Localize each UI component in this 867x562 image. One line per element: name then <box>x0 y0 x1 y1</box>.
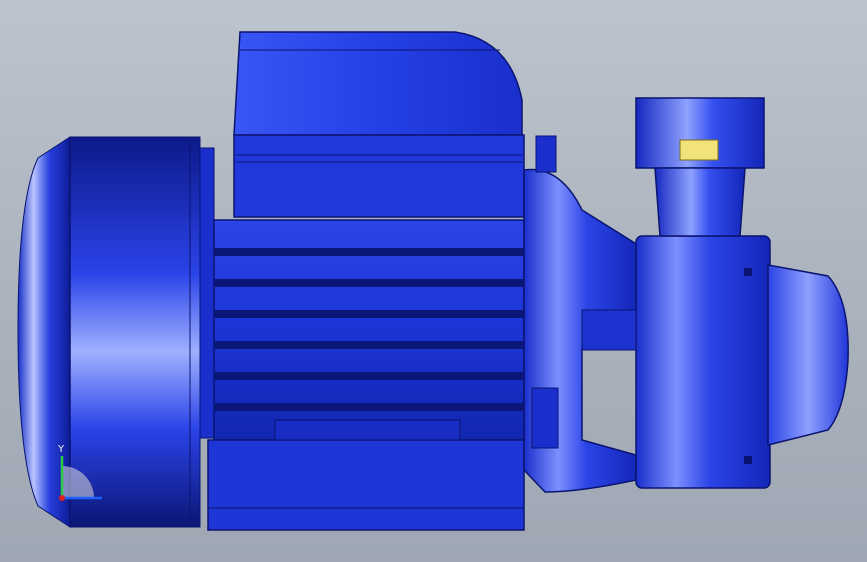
triad-y-label: Y <box>57 444 65 455</box>
motor-flange <box>199 147 215 439</box>
triad-z-plane <box>62 466 94 498</box>
inlet-nozzle[interactable] <box>767 264 849 446</box>
pump-volute[interactable] <box>635 235 771 489</box>
terminal-box[interactable] <box>233 31 525 218</box>
cad-viewport[interactable]: Y <box>0 0 867 562</box>
shaft-seal <box>581 309 637 351</box>
axis-triad: Y <box>57 444 102 501</box>
motor-body[interactable] <box>213 219 525 443</box>
outlet-port[interactable] <box>635 97 765 237</box>
outlet-plug <box>679 139 719 161</box>
origin-icon <box>59 495 65 501</box>
pump-model[interactable] <box>0 0 867 562</box>
